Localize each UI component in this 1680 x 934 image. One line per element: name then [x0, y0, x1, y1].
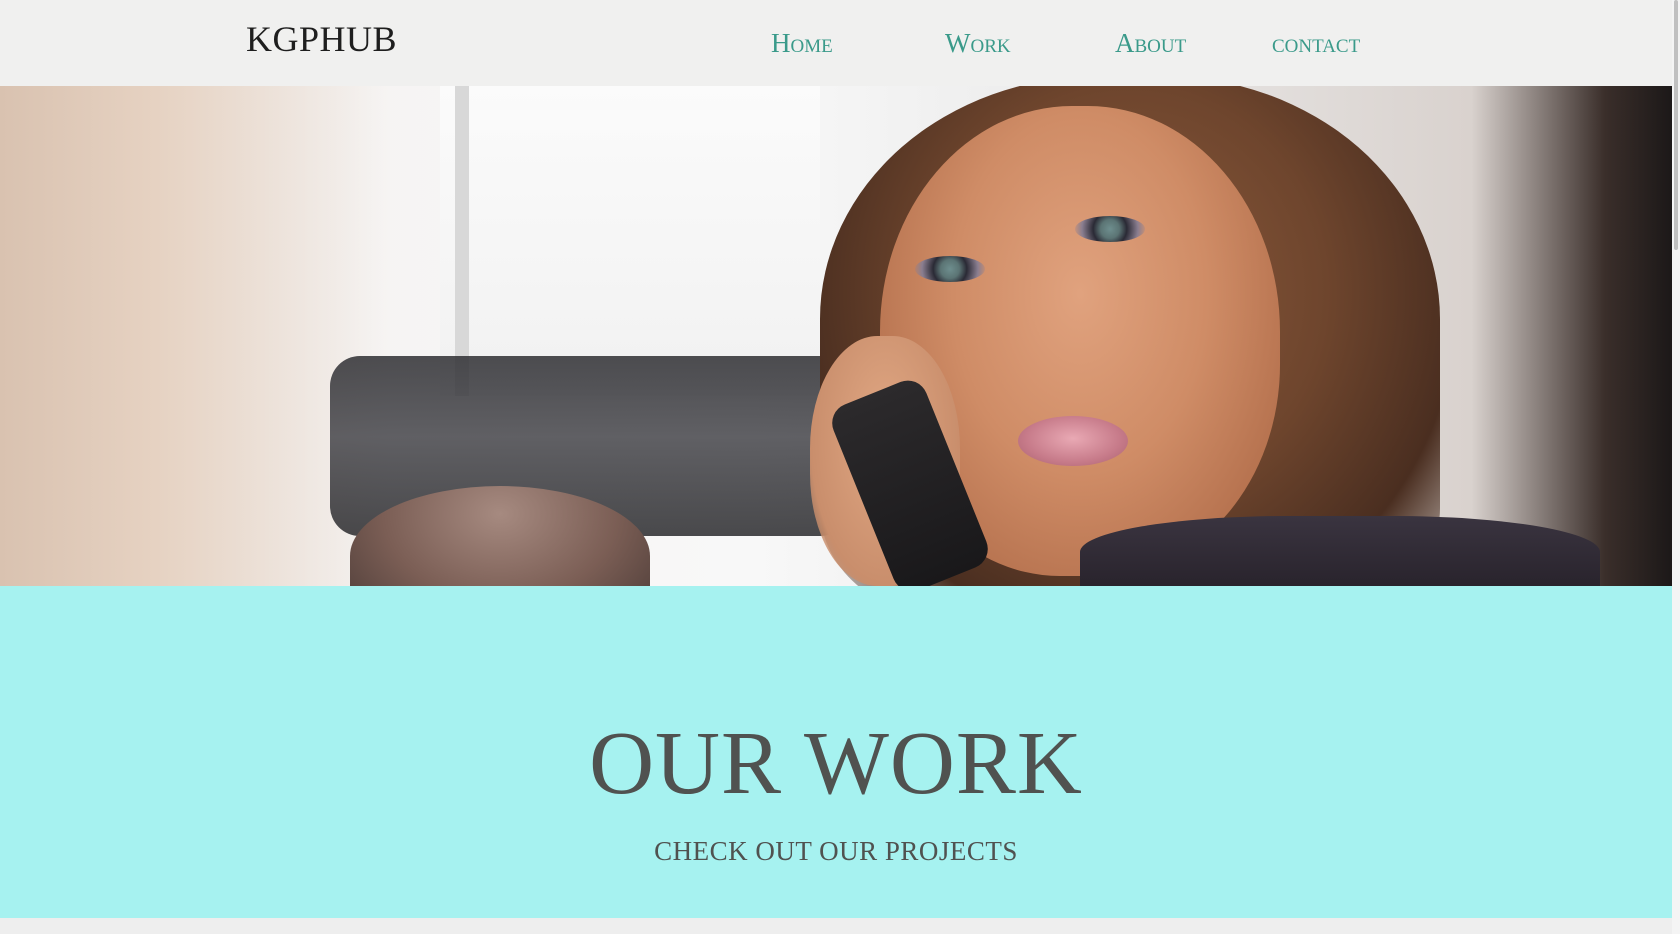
site-header: KGPHUB Home Work About contact: [0, 0, 1672, 86]
section-title: OUR WORK: [589, 714, 1083, 813]
hero-window: [440, 86, 820, 396]
our-work-section: OUR WORK CHECK OUT OUR PROJECTS: [0, 586, 1672, 918]
hero-eye-right: [1075, 216, 1145, 242]
scrollbar-thumb[interactable]: [1674, 0, 1678, 250]
main-nav: Home Work About contact: [0, 28, 1672, 60]
nav-item-home[interactable]: Home: [771, 28, 833, 59]
hero-window-frame: [455, 86, 469, 396]
section-subtitle: CHECK OUT OUR PROJECTS: [654, 836, 1018, 866]
hero-lips: [1018, 416, 1128, 466]
nav-item-about[interactable]: About: [1115, 28, 1186, 59]
nav-item-work[interactable]: Work: [945, 28, 1011, 59]
hero-image: [0, 86, 1672, 586]
hero-collar: [1080, 516, 1600, 586]
hero-eye-left: [915, 256, 985, 282]
nav-item-contact[interactable]: contact: [1272, 28, 1360, 59]
